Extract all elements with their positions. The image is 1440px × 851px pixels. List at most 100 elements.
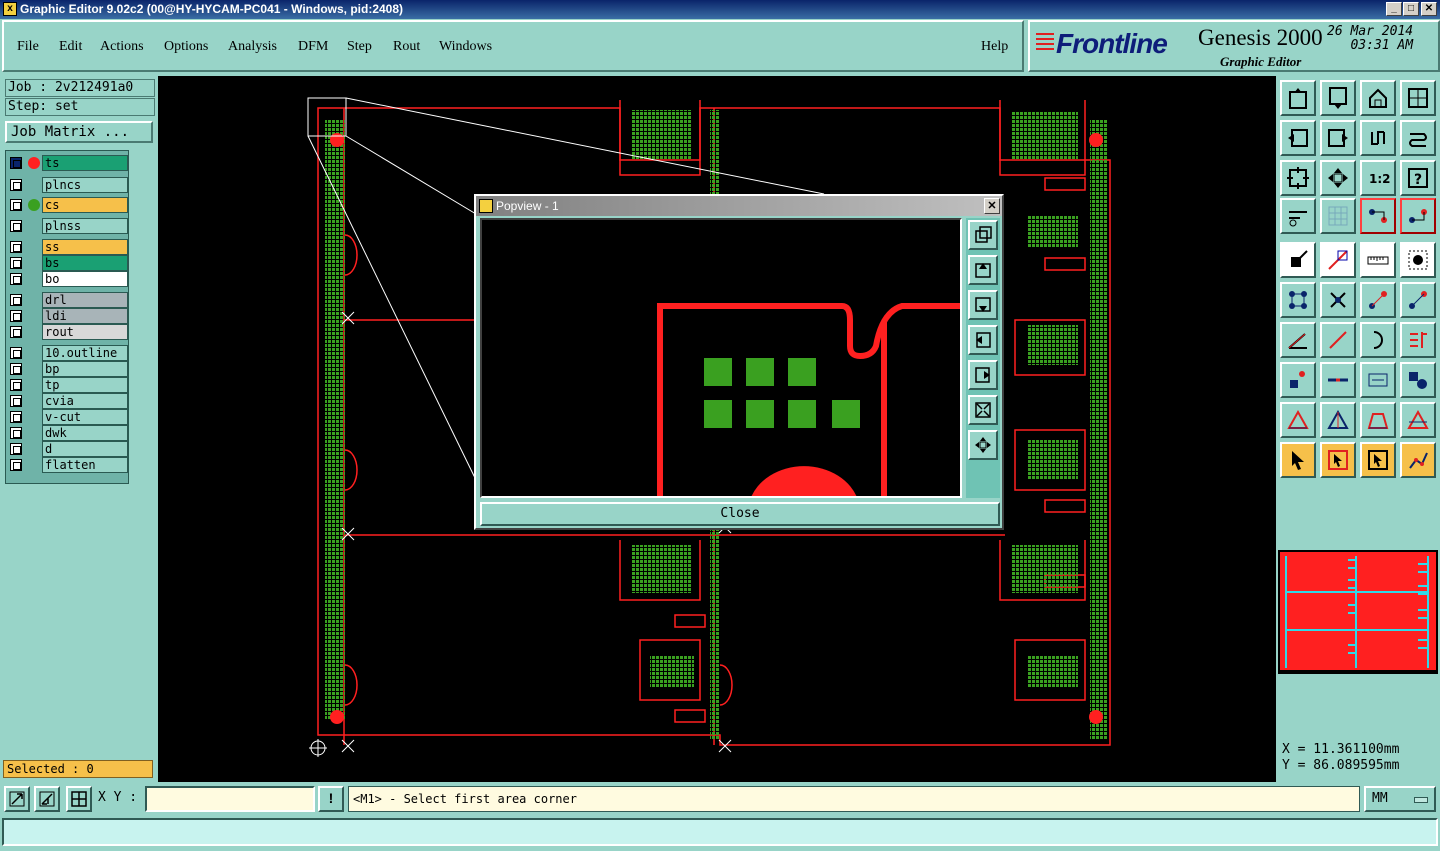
layer-name[interactable]: dwk (42, 425, 128, 441)
layer-name[interactable]: d (42, 441, 128, 457)
layer-checkbox[interactable] (10, 199, 22, 211)
layer-row-flatten[interactable]: flatten (8, 457, 128, 473)
layer-link-alt-tool-button[interactable] (1400, 198, 1436, 234)
layer-row-rout[interactable]: rout (8, 324, 128, 340)
layer-row-dwk[interactable]: dwk (8, 425, 128, 441)
zoom-out-tool-button[interactable] (1320, 160, 1356, 196)
route-node-tool-button[interactable] (1400, 442, 1436, 478)
layer-name[interactable]: ldi (42, 308, 128, 324)
pointer-tool-button[interactable] (1280, 442, 1316, 478)
layer-row-ss[interactable]: ss (8, 239, 128, 255)
popview-zoom-fit-button[interactable] (968, 220, 998, 250)
align-tool-button[interactable] (1400, 322, 1436, 358)
layer-row-bs[interactable]: bs (8, 255, 128, 271)
close-window-button[interactable]: ✕ (1421, 2, 1437, 16)
scale-ratio-tool-button[interactable]: 1:2 (1360, 160, 1396, 196)
layer-row-ldi[interactable]: ldi (8, 308, 128, 324)
layer-checkbox[interactable] (10, 379, 22, 391)
slash-tool-button[interactable] (1320, 322, 1356, 358)
layer-row-plnss[interactable]: plnss (8, 218, 128, 234)
layer-row-v-cut[interactable]: v-cut (8, 409, 128, 425)
layer-link-tool-button[interactable] (1360, 198, 1396, 234)
zoom-in-tool-button[interactable] (1280, 160, 1316, 196)
popview-pan-left-button[interactable] (968, 325, 998, 355)
overview-minimap[interactable] (1278, 550, 1438, 674)
popview-pan-down-button[interactable] (968, 290, 998, 320)
menu-analysis[interactable]: Analysis (228, 39, 277, 55)
triangle-line-tool-button[interactable] (1320, 402, 1356, 438)
grid-button[interactable] (66, 786, 92, 812)
maximize-button[interactable]: □ (1403, 2, 1419, 16)
arc-tool-button[interactable] (1360, 322, 1396, 358)
layer-name[interactable]: tp (42, 377, 128, 393)
angle-tool-button[interactable] (1280, 322, 1316, 358)
move-right-tool-button[interactable] (1320, 120, 1356, 156)
layer-checkbox[interactable] (10, 157, 22, 169)
layer-checkbox[interactable] (10, 273, 22, 285)
mirror-tool-button[interactable] (1400, 120, 1436, 156)
layer-row-ts[interactable]: ts (8, 155, 128, 171)
xy-input[interactable] (145, 786, 315, 812)
layer-name[interactable]: plnss (42, 218, 128, 234)
layer-row-plncs[interactable]: plncs (8, 177, 128, 193)
menu-rout[interactable]: Rout (393, 39, 420, 55)
add-line-alt-tool-button[interactable] (1400, 282, 1436, 318)
pad-select-tool-button[interactable] (1400, 242, 1436, 278)
menu-actions[interactable]: Actions (100, 39, 144, 55)
layer-checkbox[interactable] (10, 220, 22, 232)
menu-options[interactable]: Options (164, 39, 208, 55)
layer-row-drl[interactable]: drl (8, 292, 128, 308)
layer-checkbox[interactable] (10, 310, 22, 322)
layer-name[interactable]: 10.outline (42, 345, 128, 361)
grid-tool-button[interactable] (1320, 198, 1356, 234)
copy-up-tool-button[interactable] (1280, 80, 1316, 116)
layer-checkbox[interactable] (10, 395, 22, 407)
menu-dfm[interactable]: DFM (298, 39, 328, 55)
add-line-tool-button[interactable] (1360, 282, 1396, 318)
layer-checkbox[interactable] (10, 241, 22, 253)
popview-close-x[interactable]: ✕ (984, 198, 1000, 214)
pad-add-tool-button[interactable] (1280, 362, 1316, 398)
layer-name[interactable]: rout (42, 324, 128, 340)
layer-row-cs[interactable]: cs (8, 197, 128, 213)
popview-canvas[interactable] (480, 218, 962, 498)
layer-name[interactable]: drl (42, 292, 128, 308)
layer-checkbox[interactable] (10, 257, 22, 269)
window-split-tool-button[interactable] (1400, 80, 1436, 116)
menu-edit[interactable]: Edit (59, 39, 82, 55)
select-pad-tool-button[interactable] (1280, 242, 1316, 278)
tools-tool-button[interactable] (1280, 198, 1316, 234)
popview-pan-up-button[interactable] (968, 255, 998, 285)
menu-file[interactable]: File (17, 39, 39, 55)
popview-pan-right-button[interactable] (968, 360, 998, 390)
copy-down-tool-button[interactable] (1320, 80, 1356, 116)
connect-nodes-tool-button[interactable] (1280, 282, 1316, 318)
layer-checkbox[interactable] (10, 179, 22, 191)
triangle-pad-tool-button[interactable] (1280, 402, 1316, 438)
zoom-area-button[interactable] (4, 786, 30, 812)
layer-row-bp[interactable]: bp (8, 361, 128, 377)
layer-checkbox[interactable] (10, 427, 22, 439)
trapezoid-tool-button[interactable] (1360, 402, 1396, 438)
layer-checkbox[interactable] (10, 347, 22, 359)
rotate-tool-button[interactable] (1360, 120, 1396, 156)
layer-name[interactable]: ss (42, 239, 128, 255)
units-select[interactable]: MM (1364, 786, 1436, 812)
home-tool-button[interactable] (1360, 80, 1396, 116)
layer-row-d[interactable]: d (8, 441, 128, 457)
layer-name[interactable]: v-cut (42, 409, 128, 425)
layer-row-10-outline[interactable]: 10.outline (8, 345, 128, 361)
layer-name[interactable]: bo (42, 271, 128, 287)
measure-button[interactable] (34, 786, 60, 812)
move-left-tool-button[interactable] (1280, 120, 1316, 156)
layer-name[interactable]: plncs (42, 177, 128, 193)
layer-name[interactable]: ts (42, 155, 128, 171)
layer-name[interactable]: bp (42, 361, 128, 377)
shapes-tool-button[interactable] (1400, 362, 1436, 398)
layer-checkbox[interactable] (10, 326, 22, 338)
delete-node-tool-button[interactable] (1320, 282, 1356, 318)
execute-button[interactable]: ! (318, 786, 344, 812)
split-line-tool-button[interactable] (1320, 362, 1356, 398)
measure-distance-tool-button[interactable] (1360, 362, 1396, 398)
layer-checkbox[interactable] (10, 459, 22, 471)
